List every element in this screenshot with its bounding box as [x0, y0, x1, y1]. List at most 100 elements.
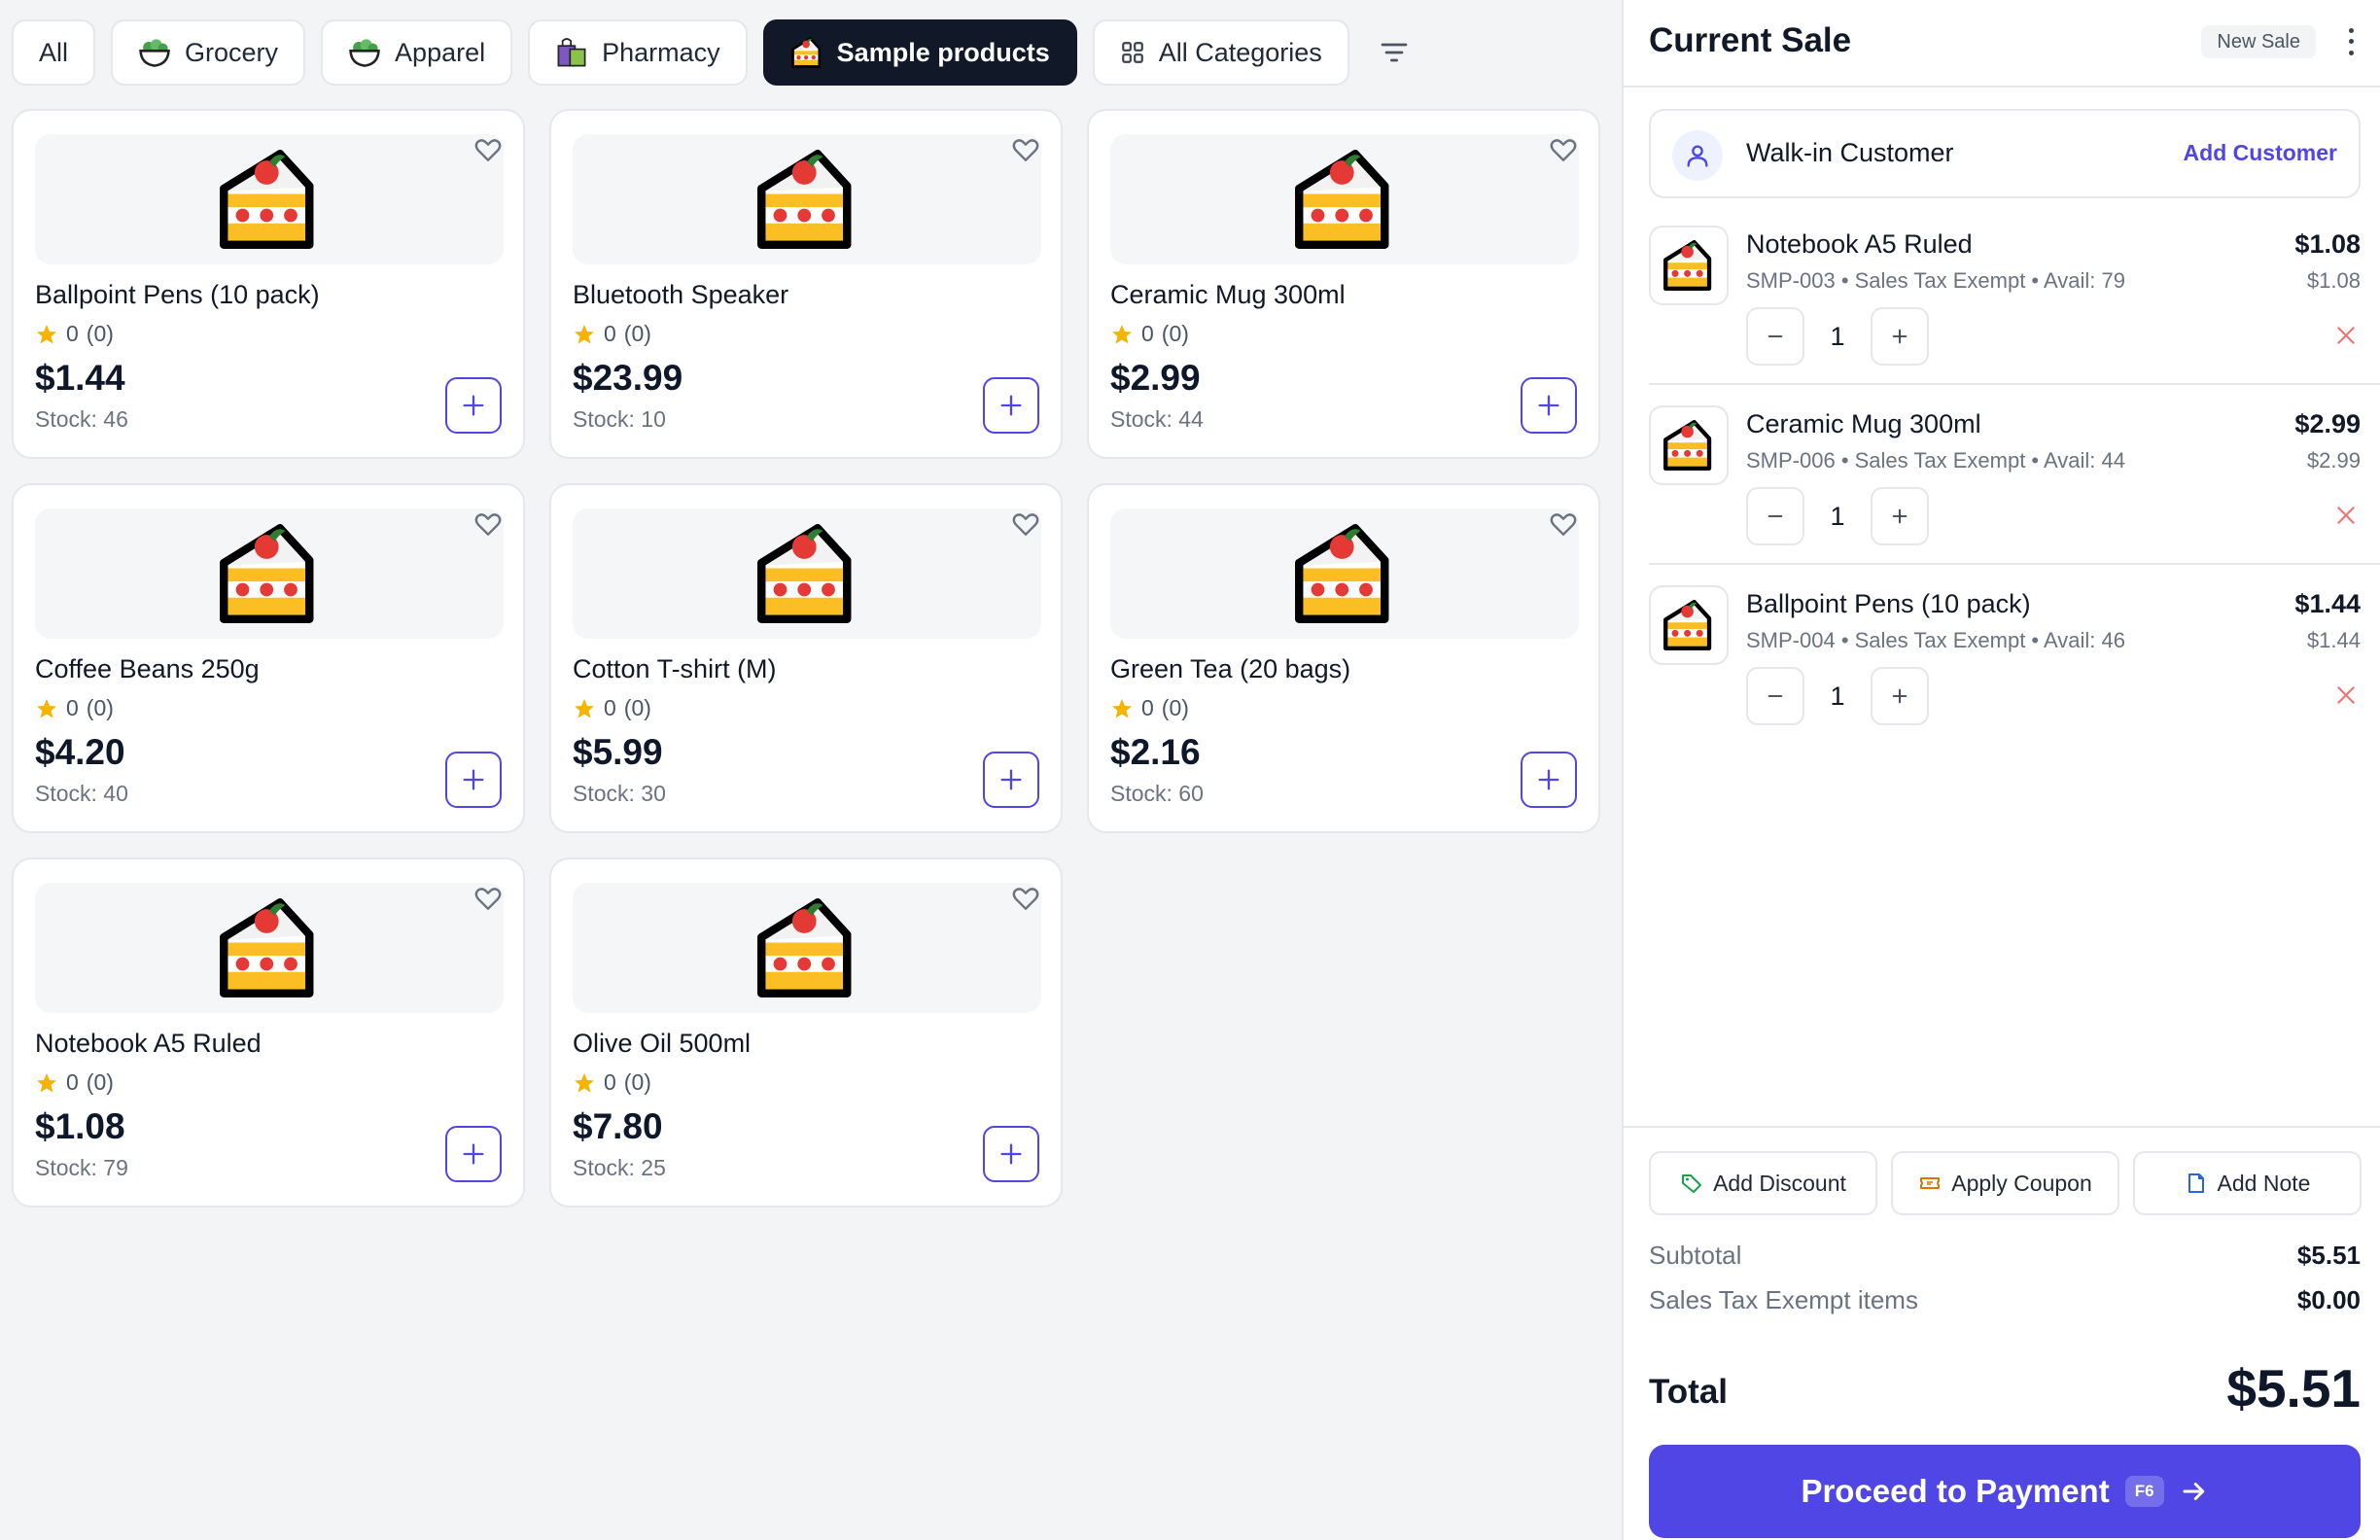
filter-button[interactable] — [1365, 19, 1423, 86]
category-grocery[interactable]: Grocery — [111, 19, 306, 86]
sale-title: Current Sale — [1649, 21, 1852, 59]
item-name: Ceramic Mug 300ml — [1746, 409, 1981, 438]
product-card[interactable]: Coffee Beans 250g 0 (0) $4.20 Stock: 40 — [12, 483, 525, 833]
shortcut-badge: F6 — [2124, 1476, 2164, 1507]
product-name: Notebook A5 Ruled — [35, 1029, 262, 1058]
product-stock: Stock: 79 — [35, 1155, 128, 1180]
add-to-cart-button[interactable] — [445, 1126, 502, 1182]
category-pharmacy[interactable]: Pharmacy — [528, 19, 748, 86]
product-price: $1.44 — [35, 358, 125, 398]
category-all[interactable]: All — [12, 19, 96, 86]
rating-value: 0 — [66, 1069, 79, 1095]
product-stock: Stock: 25 — [573, 1155, 666, 1180]
decrease-quantity-button[interactable] — [1746, 307, 1804, 366]
product-card[interactable]: Olive Oil 500ml 0 (0) $7.80 Stock: 25 — [549, 858, 1063, 1208]
product-price: $1.08 — [35, 1106, 125, 1146]
product-image — [573, 134, 1041, 264]
product-card[interactable]: Ceramic Mug 300ml 0 (0) $2.99 Stock: 44 — [1087, 109, 1600, 459]
cake-slice-icon — [753, 146, 860, 253]
more-options-icon[interactable] — [2345, 25, 2357, 58]
product-stock: Stock: 40 — [35, 781, 128, 806]
plus-icon — [1538, 769, 1559, 790]
apply-coupon-button[interactable]: Apply Coupon — [1891, 1151, 2119, 1215]
favorite-heart-icon[interactable] — [1010, 883, 1041, 914]
decrease-quantity-button[interactable] — [1746, 667, 1804, 725]
add-to-cart-button[interactable] — [445, 752, 502, 808]
action-label: Add Note — [2217, 1170, 2311, 1196]
grid-icon — [1121, 42, 1143, 63]
customer-name: Walk-in Customer — [1746, 138, 1954, 167]
plus-icon — [1538, 395, 1559, 416]
salad-bowl-icon — [138, 36, 171, 69]
product-area: All Grocery Apparel Pharmacy Sample prod… — [0, 0, 1622, 1540]
total-label: Total — [1649, 1373, 1729, 1411]
favorite-heart-icon[interactable] — [1010, 508, 1041, 540]
new-sale-button[interactable]: New Sale — [2201, 25, 2316, 58]
increase-quantity-button[interactable] — [1871, 487, 1929, 545]
plus-icon — [1892, 688, 1908, 704]
cake-slice-icon — [753, 894, 860, 1001]
item-total: $2.99 — [2294, 409, 2361, 438]
add-to-cart-button[interactable] — [983, 752, 1039, 808]
shopping-bags-icon — [555, 36, 588, 69]
product-image — [35, 883, 504, 1013]
favorite-heart-icon[interactable] — [1010, 134, 1041, 165]
product-image — [573, 883, 1041, 1013]
star-icon — [1112, 698, 1132, 718]
product-card[interactable]: Bluetooth Speaker 0 (0) $23.99 Stock: 10 — [549, 109, 1063, 459]
quantity-value[interactable]: 1 — [1804, 307, 1871, 366]
category-sample-products[interactable]: Sample products — [762, 19, 1077, 86]
close-icon[interactable] — [2333, 503, 2359, 528]
add-note-button[interactable]: Add Note — [2133, 1151, 2362, 1215]
add-to-cart-button[interactable] — [983, 1126, 1039, 1182]
rating-value: 0 — [1141, 321, 1154, 346]
item-name: Notebook A5 Ruled — [1746, 229, 1973, 259]
product-name: Ceramic Mug 300ml — [1110, 280, 1346, 309]
action-label: Add Discount — [1713, 1170, 1846, 1196]
category-label: All Categories — [1158, 37, 1322, 67]
proceed-to-payment-button[interactable]: Proceed to Payment F6 — [1649, 1445, 2361, 1538]
tax-label: Sales Tax Exempt items — [1649, 1285, 1918, 1314]
category-apparel[interactable]: Apparel — [321, 19, 513, 86]
quantity-value[interactable]: 1 — [1804, 667, 1871, 725]
product-name: Ballpoint Pens (10 pack) — [35, 280, 320, 309]
add-to-cart-button[interactable] — [445, 377, 502, 434]
favorite-heart-icon[interactable] — [472, 508, 504, 540]
add-to-cart-button[interactable] — [1521, 752, 1577, 808]
item-divider — [1649, 563, 2380, 565]
product-card[interactable]: Green Tea (20 bags) 0 (0) $2.16 Stock: 6… — [1087, 483, 1600, 833]
favorite-heart-icon[interactable] — [472, 883, 504, 914]
favorite-heart-icon[interactable] — [1548, 134, 1579, 165]
add-customer-button[interactable]: Add Customer — [2184, 140, 2337, 166]
product-card[interactable]: Cotton T-shirt (M) 0 (0) $5.99 Stock: 30 — [549, 483, 1063, 833]
add-to-cart-button[interactable] — [1521, 377, 1577, 434]
product-price: $2.16 — [1110, 732, 1201, 772]
decrease-quantity-button[interactable] — [1746, 487, 1804, 545]
product-card[interactable]: Notebook A5 Ruled 0 (0) $1.08 Stock: 79 — [12, 858, 525, 1208]
category-label: Sample products — [836, 37, 1050, 67]
add-to-cart-button[interactable] — [983, 377, 1039, 434]
note-icon — [2188, 1173, 2204, 1193]
favorite-heart-icon[interactable] — [472, 134, 504, 165]
close-icon[interactable] — [2333, 323, 2359, 348]
product-image — [1110, 134, 1579, 264]
quantity-value[interactable]: 1 — [1804, 487, 1871, 545]
customer-selector[interactable]: Walk-in Customer Add Customer — [1649, 109, 2361, 198]
favorite-heart-icon[interactable] — [1548, 508, 1579, 540]
product-card[interactable]: Ballpoint Pens (10 pack) 0 (0) $1.44 Sto… — [12, 109, 525, 459]
subtotal-row: Subtotal $5.51 — [1649, 1241, 2361, 1271]
review-count: (0) — [1161, 695, 1189, 720]
product-rating: 0 (0) — [573, 695, 651, 721]
category-all-categories[interactable]: All Categories — [1092, 19, 1349, 86]
close-icon[interactable] — [2333, 682, 2359, 708]
item-unit-price: $1.44 — [2306, 628, 2361, 652]
total-value: $5.51 — [2226, 1358, 2361, 1418]
product-price: $2.99 — [1110, 358, 1201, 398]
current-sale-panel: Current Sale New Sale Walk-in Customer A… — [1622, 0, 2380, 1540]
increase-quantity-button[interactable] — [1871, 667, 1929, 725]
plus-icon — [1000, 769, 1022, 790]
add-discount-button[interactable]: Add Discount — [1649, 1151, 1877, 1215]
product-image — [35, 134, 504, 264]
increase-quantity-button[interactable] — [1871, 307, 1929, 366]
product-name: Olive Oil 500ml — [573, 1029, 752, 1058]
